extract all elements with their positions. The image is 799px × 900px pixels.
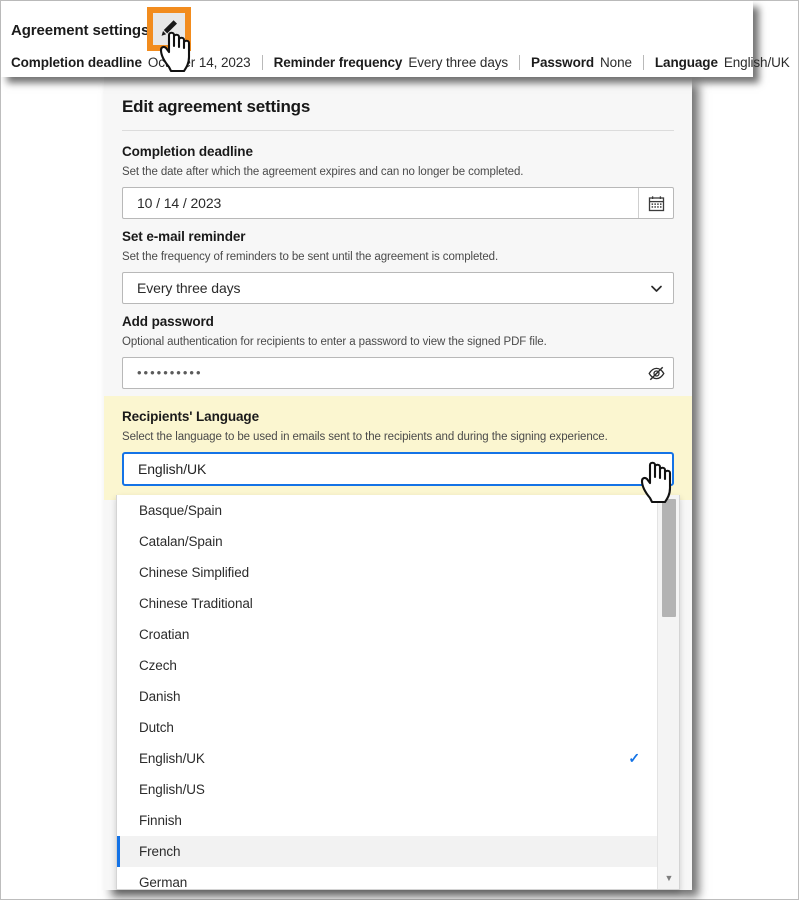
check-icon: ✓ (628, 750, 640, 766)
meta-item-reminder: Reminder frequency Every three days (273, 54, 509, 70)
pencil-icon (153, 13, 185, 45)
eye-off-icon[interactable] (639, 358, 673, 388)
chevron-down-icon[interactable] (638, 454, 672, 484)
meta-value-language: English/UK (723, 54, 790, 70)
language-dropdown-list: Basque/Spain Catalan/Spain Chinese Simplif… (116, 495, 680, 890)
summary-title-row: Agreement settings (11, 13, 149, 47)
language-option[interactable]: Czech (117, 650, 658, 681)
language-option[interactable]: Catalan/Spain (117, 526, 658, 557)
dialog-header-divider (122, 130, 674, 131)
edit-settings-button-callout[interactable] (147, 7, 191, 51)
summary-meta-row: Completion deadline October 14, 2023 Rem… (11, 51, 790, 73)
language-option-label: Dutch (139, 720, 174, 735)
meta-label-deadline: Completion deadline (11, 54, 142, 70)
agreement-settings-summary-panel: Agreement settings Completion deadline O… (1, 1, 790, 77)
language-option[interactable]: English/US (117, 774, 658, 805)
field-add-password: Add password Optional authentication for… (104, 313, 692, 389)
screenshot-frame: Agreement settings Completion deadline O… (0, 0, 799, 900)
language-option[interactable]: Croatian (117, 619, 658, 650)
field-description-password: Optional authentication for recipients t… (122, 336, 547, 348)
deadline-date-input[interactable]: 10 / 14 / 2023 (122, 187, 674, 219)
dialog-title: Edit agreement settings (122, 97, 311, 116)
dropdown-scrollbar[interactable]: ▼ (657, 495, 679, 889)
meta-item-language: Language English/UK (655, 55, 790, 70)
field-label-deadline: Completion deadline (122, 144, 253, 159)
meta-item-password: Password None (531, 55, 632, 70)
meta-separator (261, 54, 263, 70)
reminder-frequency-select[interactable]: Every three days (122, 272, 674, 304)
language-option-label: Finnish (139, 813, 182, 828)
field-description-deadline: Set the date after which the agreement e… (122, 166, 524, 178)
language-option[interactable]: Dutch (117, 712, 658, 743)
meta-label-language: Language (654, 54, 718, 70)
language-option[interactable]: English/UK ✓ (117, 743, 658, 774)
language-option[interactable]: Danish (117, 681, 658, 712)
language-option-label: Czech (139, 658, 177, 673)
meta-separator (642, 54, 644, 70)
chevron-down-icon[interactable] (639, 273, 673, 303)
field-email-reminder: Set e-mail reminder Set the frequency of… (104, 228, 692, 304)
meta-value-deadline: October 14, 2023 (147, 54, 251, 70)
language-option-label: Basque/Spain (139, 503, 222, 518)
deadline-date-value: 10 / 14 / 2023 (137, 195, 222, 211)
dialog-body: Completion deadline Set the date after w… (104, 143, 692, 500)
meta-label-reminder: Reminder frequency (273, 54, 403, 70)
field-description-reminder: Set the frequency of reminders to be sen… (122, 251, 499, 263)
language-option-label: German (139, 875, 188, 890)
meta-label-password: Password (531, 54, 595, 70)
language-option-label: French (139, 844, 181, 859)
field-label-language: Recipients' Language (122, 409, 259, 424)
language-select[interactable]: English/UK (122, 452, 674, 486)
calendar-icon[interactable] (638, 188, 673, 218)
language-option[interactable]: Chinese Simplified (117, 557, 658, 588)
language-option-label: Chinese Traditional (139, 596, 253, 611)
scrollbar-thumb[interactable] (662, 499, 676, 617)
language-option[interactable]: French (117, 836, 658, 867)
scroll-down-arrow-icon[interactable]: ▼ (658, 873, 679, 883)
field-label-password: Add password (122, 314, 214, 329)
password-input[interactable]: •••••••••• (122, 357, 674, 389)
meta-value-password: None (600, 54, 632, 70)
language-option[interactable]: Basque/Spain (117, 495, 658, 526)
meta-separator (519, 54, 521, 70)
dropdown-options-container: Basque/Spain Catalan/Spain Chinese Simplif… (117, 495, 658, 889)
language-selected-value: English/UK (138, 461, 207, 477)
language-option-label: Chinese Simplified (139, 565, 250, 580)
language-option[interactable]: Chinese Traditional (117, 588, 658, 619)
language-option[interactable]: German (117, 867, 658, 890)
field-description-language: Select the language to be used in emails… (122, 431, 608, 443)
language-option-label: Catalan/Spain (139, 534, 223, 549)
language-option-label: English/US (139, 782, 205, 797)
password-value: •••••••••• (137, 365, 203, 380)
language-option-label: Danish (139, 689, 181, 704)
page-title: Agreement settings (11, 21, 150, 39)
meta-item-deadline: Completion deadline October 14, 2023 (11, 55, 251, 70)
language-option[interactable]: Finnish (117, 805, 658, 836)
field-label-reminder: Set e-mail reminder (122, 229, 246, 244)
language-option-label: Croatian (139, 627, 190, 642)
reminder-frequency-value: Every three days (137, 280, 241, 296)
language-option-label: English/UK (139, 751, 205, 766)
meta-value-reminder: Every three days (408, 54, 509, 70)
field-completion-deadline: Completion deadline Set the date after w… (104, 143, 692, 219)
field-recipients-language: Recipients' Language Select the language… (104, 396, 692, 500)
